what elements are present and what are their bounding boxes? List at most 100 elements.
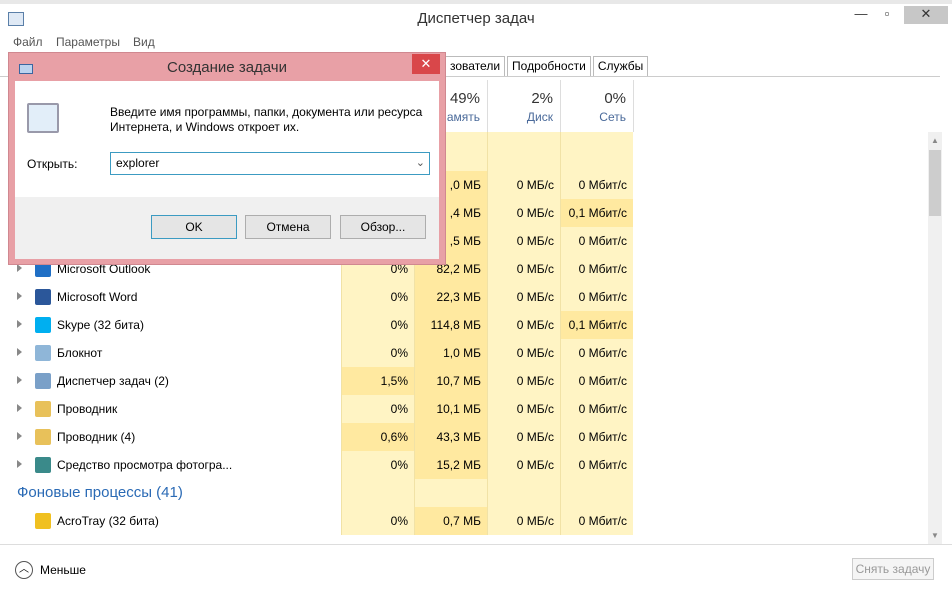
table-row[interactable]: Проводник (4) 0,6% 43,3 МБ 0 МБ/с 0 Мбит/с (0, 423, 928, 451)
cell-net: 0,1 Мбит/с (560, 311, 633, 339)
tabs: зователи Подробности Службы (446, 56, 650, 76)
column-disk[interactable]: 2% Диск (487, 90, 559, 124)
cell-net: 0 Мбит/с (560, 339, 633, 367)
process-icon (35, 373, 51, 389)
expand-icon[interactable] (17, 264, 22, 272)
process-name: Диспетчер задач (2) (57, 374, 169, 388)
scroll-up-icon[interactable]: ▲ (931, 136, 939, 145)
table-row[interactable]: Диспетчер задач (2) 1,5% 10,7 МБ 0 МБ/с 0 Мб… (0, 367, 928, 395)
cell-mem: 114,8 МБ (414, 311, 487, 339)
open-input[interactable]: explorer ⌄ (110, 152, 430, 175)
tab-users[interactable]: зователи (446, 56, 506, 76)
process-icon (35, 513, 51, 529)
table-row[interactable]: Проводник 0% 10,1 МБ 0 МБ/с 0 Мбит/с (0, 395, 928, 423)
process-name: AcroTray (32 бита) (57, 514, 159, 528)
cell-net: 0 Мбит/с (560, 255, 633, 283)
table-row[interactable]: Блокнот 0% 1,0 МБ 0 МБ/с 0 Мбит/с (0, 339, 928, 367)
expand-icon[interactable] (17, 320, 22, 328)
cell-mem: 15,2 МБ (414, 451, 487, 479)
expand-icon[interactable] (17, 404, 22, 412)
cell-cpu: 0% (341, 395, 414, 423)
close-button[interactable]: ✕ (904, 6, 948, 24)
tab-details[interactable]: Подробности (507, 56, 591, 76)
cell-net: 0 Мбит/с (560, 423, 633, 451)
process-icon (35, 345, 51, 361)
tab-services[interactable]: Службы (592, 56, 649, 76)
process-name: Средство просмотра фотогра... (57, 458, 233, 472)
open-label: Открыть: (27, 157, 78, 171)
table-row[interactable]: Skype (32 бита) 0% 114,8 МБ 0 МБ/с 0,1 Мбит/… (0, 311, 928, 339)
cell-cpu: 0% (341, 507, 414, 535)
table-row[interactable]: AcroTray (32 бита) 0% 0,7 МБ 0 МБ/с 0 Мбит/с (0, 507, 928, 535)
cell-disk: 0 МБ/с (487, 171, 560, 199)
chevron-down-icon[interactable]: ⌄ (416, 153, 425, 174)
cell-cpu: 1,5% (341, 367, 414, 395)
process-name: Блокнот (57, 346, 103, 360)
cell-net: 0 Мбит/с (560, 507, 633, 535)
cell-net: 0 Мбит/с (560, 395, 633, 423)
dialog-body: Введите имя программы, папки, документа … (15, 81, 439, 259)
expand-icon[interactable] (17, 348, 22, 356)
process-name: Проводник (57, 402, 118, 416)
process-icon (35, 429, 51, 445)
column-network[interactable]: 0% Сеть (560, 90, 632, 124)
cell-disk: 0 МБ/с (487, 311, 560, 339)
cell-disk: 0 МБ/с (487, 339, 560, 367)
cell-net: 0 Мбит/с (560, 283, 633, 311)
menu-file[interactable]: Файл (13, 35, 43, 49)
dialog-title: Создание задачи (167, 59, 287, 76)
cell-cpu: 0% (341, 451, 414, 479)
dialog-close-button[interactable]: ✕ (412, 54, 440, 74)
scroll-thumb[interactable] (929, 150, 941, 216)
cell-disk: 0 МБ/с (487, 423, 560, 451)
menu-view[interactable]: Вид (133, 35, 155, 49)
group-title: Фоновые процессы (41) (17, 484, 183, 501)
cell-disk: 0 МБ/с (487, 227, 560, 255)
cell-disk: 0 МБ/с (487, 255, 560, 283)
cell-disk: 0 МБ/с (487, 507, 560, 535)
task-manager-monitor-icon (27, 103, 59, 133)
menu-bar: Файл Параметры Вид (0, 32, 952, 52)
expand-icon[interactable] (17, 376, 22, 384)
chevron-up-icon[interactable]: ︿ (15, 561, 33, 579)
end-task-button[interactable]: Снять задачу (852, 558, 934, 580)
table-row[interactable]: Средство просмотра фотогра... 0% 15,2 МБ 0 … (0, 451, 928, 479)
expand-icon[interactable] (17, 432, 22, 440)
cell-net: 0 Мбит/с (560, 227, 633, 255)
menu-options[interactable]: Параметры (56, 35, 120, 49)
table-row[interactable]: Microsoft Word 0% 22,3 МБ 0 МБ/с 0 Мбит/с (0, 283, 928, 311)
column-separator (633, 80, 634, 132)
cell-cpu: 0% (341, 339, 414, 367)
ok-button[interactable]: OK (151, 215, 237, 239)
group-header[interactable]: Фоновые процессы (41) (0, 479, 928, 507)
dialog-message: Введите имя программы, папки, документа … (110, 105, 423, 134)
process-icon (35, 289, 51, 305)
scrollbar[interactable]: ▲ ▼ (928, 132, 942, 544)
cell-mem: 0,7 МБ (414, 507, 487, 535)
cell-net: 0,1 Мбит/с (560, 199, 633, 227)
cell-disk: 0 МБ/с (487, 451, 560, 479)
process-icon (35, 401, 51, 417)
expand-icon[interactable] (17, 460, 22, 468)
minimize-button[interactable]: — (848, 6, 874, 24)
cell-mem: 22,3 МБ (414, 283, 487, 311)
cell-mem: 43,3 МБ (414, 423, 487, 451)
cell-disk: 0 МБ/с (487, 395, 560, 423)
cancel-button[interactable]: Отмена (245, 215, 331, 239)
process-icon (35, 457, 51, 473)
cell-net: 0 Мбит/с (560, 367, 633, 395)
title-bar: Диспетчер задач — ▫ ✕ (0, 4, 952, 32)
open-input-value: explorer (116, 156, 160, 170)
cell-cpu: 0% (341, 311, 414, 339)
expand-icon[interactable] (17, 292, 22, 300)
cell-cpu: 0,6% (341, 423, 414, 451)
cell-cpu: 0% (341, 283, 414, 311)
cell-net: 0 Мбит/с (560, 451, 633, 479)
scroll-down-icon[interactable]: ▼ (931, 531, 939, 540)
column-separator (560, 80, 561, 132)
process-name: Skype (32 бита) (57, 318, 144, 332)
maximize-button[interactable]: ▫ (874, 6, 900, 24)
fewer-details-link[interactable]: Меньше (40, 563, 86, 577)
browse-button[interactable]: Обзор... (340, 215, 426, 239)
window-title: Диспетчер задач (417, 10, 535, 27)
